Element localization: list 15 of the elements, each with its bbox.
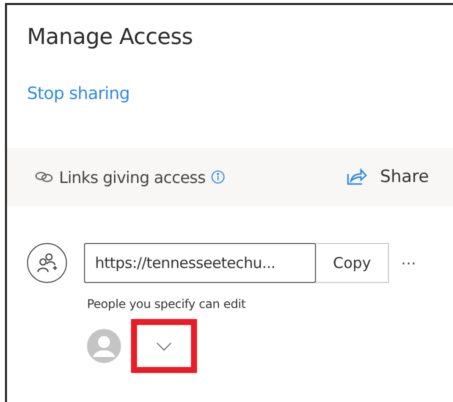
info-icon[interactable]	[211, 170, 226, 184]
section-label: Links giving access	[59, 168, 206, 186]
person-avatar-icon	[87, 329, 121, 363]
link-permission-text: People you specify can edit	[87, 297, 247, 311]
chevron-down-icon	[156, 342, 172, 350]
copy-button[interactable]: Copy	[316, 243, 389, 283]
share-icon	[346, 168, 368, 186]
panel-title: Manage Access	[26, 24, 194, 50]
people-icon	[35, 251, 59, 275]
link-url-field[interactable]: https://tennesseetechu...	[84, 243, 316, 283]
link-icon	[35, 171, 53, 183]
expand-button[interactable]	[131, 319, 197, 373]
share-button[interactable]: Share	[346, 167, 429, 187]
more-options-button[interactable]: ···	[397, 254, 420, 272]
stop-sharing-link[interactable]: Stop sharing	[27, 84, 130, 104]
